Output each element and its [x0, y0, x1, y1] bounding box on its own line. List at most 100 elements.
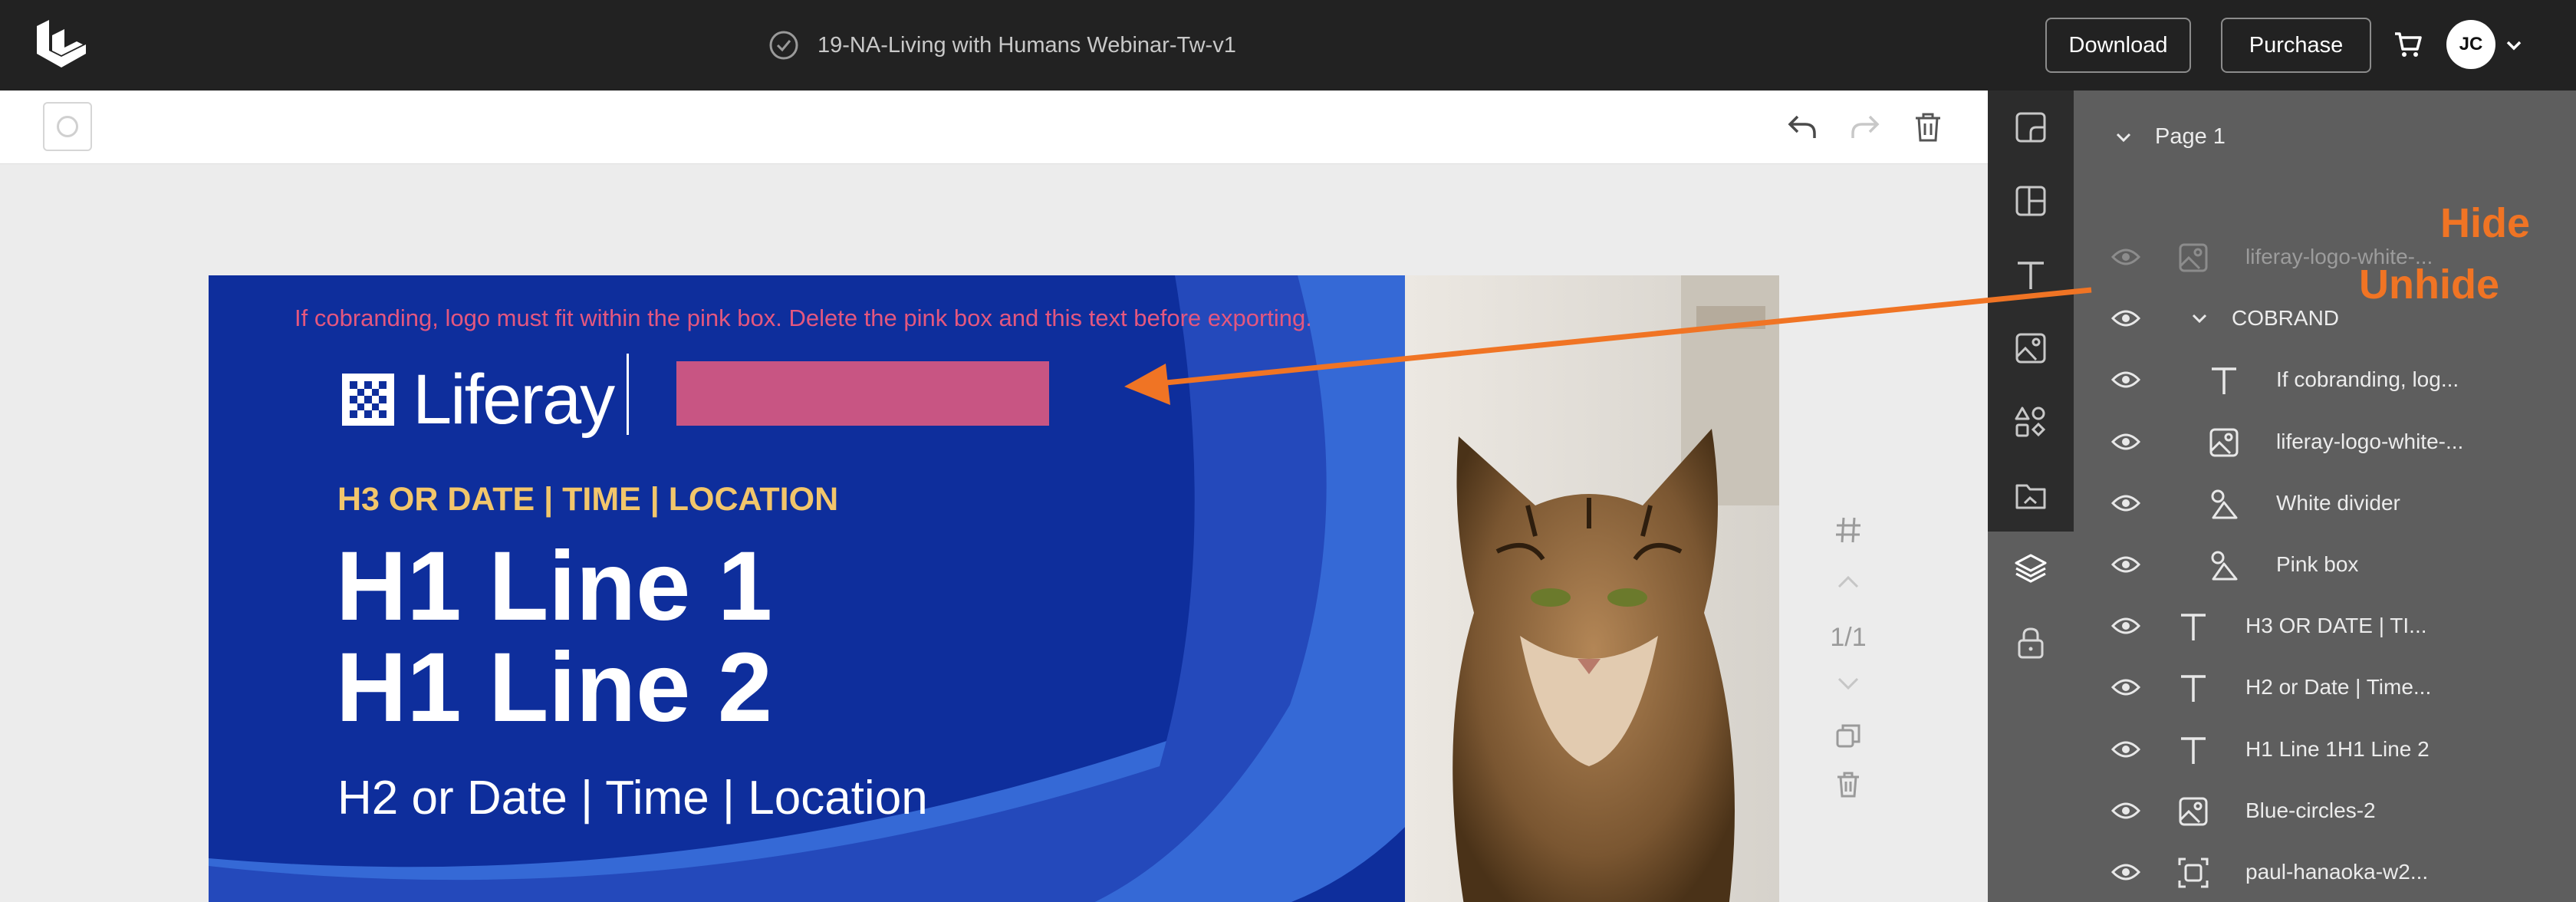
rail-images[interactable] — [1988, 311, 2074, 385]
redo-icon[interactable] — [1848, 110, 1882, 144]
layer-name: liferay-logo-white-... — [2276, 429, 2464, 453]
top-bar: 19-NA-Living with Humans Webinar-Tw-v1 D… — [0, 0, 2576, 91]
layer-name: Blue-circles-2 — [2245, 798, 2376, 822]
document-title-area: 19-NA-Living with Humans Webinar-Tw-v1 — [768, 0, 1236, 91]
eye-icon[interactable] — [2110, 738, 2141, 761]
duplicate-page-button[interactable] — [1825, 716, 1871, 755]
shapes-icon — [2015, 407, 2046, 437]
artboard[interactable]: If cobranding, logo must fit within the … — [209, 275, 1779, 902]
eye-icon[interactable] — [2110, 614, 2141, 637]
white-divider[interactable] — [627, 354, 629, 435]
layer-row[interactable]: Blue-circles-2 — [2074, 781, 2576, 842]
purchase-button[interactable]: Purchase — [2221, 18, 2371, 73]
h3-text[interactable]: H3 OR DATE | TIME | LOCATION — [337, 481, 838, 518]
image-icon — [2209, 428, 2239, 457]
layer-name: Pink box — [2276, 552, 2359, 576]
editor-toolbar — [0, 91, 1988, 164]
eye-icon[interactable] — [2110, 307, 2141, 330]
eye-icon[interactable] — [2110, 430, 2141, 453]
text-icon — [2181, 675, 2206, 703]
layout-icon — [2015, 186, 2046, 216]
hash-icon — [1836, 517, 1860, 543]
canvas-area[interactable]: If cobranding, logo must fit within the … — [0, 164, 1988, 902]
layer-row[interactable]: White divider — [2074, 473, 2576, 535]
layer-row[interactable]: If cobranding, log... — [2074, 350, 2576, 411]
rail-uploads[interactable] — [1988, 459, 2074, 532]
page-grid-button[interactable] — [1825, 511, 1871, 549]
pink-box[interactable] — [676, 361, 1049, 426]
liferay-wordmark: Liferay — [413, 360, 615, 439]
eye-icon[interactable] — [2110, 799, 2141, 822]
chevron-up-icon — [1837, 575, 1859, 588]
rail-templates[interactable] — [1988, 91, 2074, 164]
layer-row[interactable]: COBRAND — [2074, 288, 2576, 350]
shape-icon — [2211, 551, 2238, 581]
chevron-down-icon[interactable] — [2190, 310, 2209, 327]
layer-name: H2 or Date | Time... — [2245, 675, 2432, 700]
circle-icon — [57, 116, 78, 137]
user-avatar[interactable]: JC — [2446, 20, 2495, 69]
eye-icon[interactable] — [2110, 553, 2141, 576]
image-icon — [2015, 333, 2046, 364]
layer-name: White divider — [2276, 490, 2400, 515]
chevron-down-icon — [2116, 133, 2131, 142]
h1-text[interactable]: H1 Line 1 H1 Line 2 — [336, 536, 772, 739]
copy-icon — [1836, 724, 1860, 748]
eye-icon[interactable] — [2110, 368, 2141, 391]
page-counter: 1/1 — [1825, 618, 1871, 657]
uploads-icon — [2015, 484, 2046, 509]
cobrand-note-text[interactable]: If cobranding, logo must fit within the … — [294, 305, 1312, 332]
layer-row[interactable]: paul-hanaoka-w2... — [2074, 842, 2576, 902]
layer-row[interactable]: H2 or Date | Time... — [2074, 657, 2576, 719]
layer-name: COBRAND — [2232, 306, 2340, 331]
layer-row[interactable]: liferay-logo-white-... — [2074, 412, 2576, 473]
cart-icon[interactable] — [2393, 29, 2423, 60]
layer-name: paul-hanaoka-w2... — [2245, 860, 2429, 884]
layer-name: If cobranding, log... — [2276, 367, 2459, 392]
rail-text[interactable] — [1988, 238, 2074, 311]
eye-icon[interactable] — [2110, 676, 2141, 699]
layers-panel: Page 1 liferay-logo-white-... COBRAND If c… — [2074, 91, 2576, 902]
eye-icon[interactable] — [2110, 861, 2141, 884]
eye-icon[interactable] — [2110, 492, 2141, 515]
delete-page-button[interactable] — [1825, 765, 1871, 804]
photo-frame-icon — [2178, 858, 2209, 888]
tool-rail — [1988, 91, 2074, 902]
rail-shapes[interactable] — [1988, 385, 2074, 459]
templates-icon — [2015, 112, 2046, 143]
rail-lock[interactable] — [1988, 606, 2074, 680]
trash-icon[interactable] — [1911, 110, 1945, 144]
layer-name: H1 Line 1H1 Line 2 — [2245, 736, 2430, 761]
undo-icon[interactable] — [1785, 110, 1819, 144]
document-title[interactable]: 19-NA-Living with Humans Webinar-Tw-v1 — [818, 33, 1236, 58]
page-down-button[interactable] — [1825, 664, 1871, 703]
rail-layers[interactable] — [1988, 532, 2074, 605]
layer-page-header[interactable]: Page 1 — [2115, 124, 2226, 150]
layer-row[interactable]: H3 OR DATE | TI... — [2074, 596, 2576, 657]
page-label: Page 1 — [2155, 124, 2226, 149]
layers-icon — [2015, 554, 2047, 583]
liferay-logo[interactable]: Liferay — [342, 360, 615, 439]
shape-icon — [2211, 489, 2238, 519]
download-button[interactable]: Download — [2045, 18, 2191, 73]
text-icon — [2212, 367, 2236, 395]
saved-check-icon — [769, 31, 798, 60]
chevron-down-icon[interactable] — [2505, 37, 2523, 54]
text-icon — [2181, 736, 2206, 764]
shape-tool-button[interactable] — [43, 102, 92, 151]
h1-line-2: H1 Line 2 — [336, 633, 773, 742]
chevron-down-icon — [1837, 677, 1859, 690]
app-logo-icon[interactable] — [34, 20, 89, 71]
layer-row[interactable]: Pink box — [2074, 535, 2576, 596]
h2-text[interactable]: H2 or Date | Time | Location — [337, 771, 928, 825]
layer-row[interactable]: H1 Line 1H1 Line 2 — [2074, 719, 2576, 781]
eye-icon[interactable] — [2110, 245, 2141, 268]
hide-callout: Hide — [2440, 200, 2531, 246]
rail-layout[interactable] — [1988, 164, 2074, 238]
h1-line-1: H1 Line 1 — [336, 532, 773, 641]
lock-icon — [2018, 627, 2044, 659]
page-up-button[interactable] — [1825, 563, 1871, 601]
text-icon — [2018, 262, 2044, 289]
cat-photo[interactable] — [1405, 275, 1779, 902]
unhide-callout: Unhide — [2359, 262, 2499, 308]
